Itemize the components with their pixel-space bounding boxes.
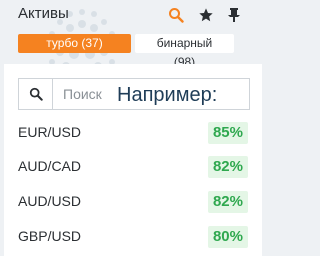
page-title: Активы [18, 5, 69, 22]
search-input[interactable] [63, 84, 113, 104]
search-button[interactable] [164, 4, 188, 26]
asset-name: GBP/USD [18, 228, 82, 244]
pin-button[interactable] [222, 4, 246, 26]
asset-name: AUD/USD [18, 193, 82, 209]
asset-row[interactable]: EUR/USD 85% [4, 116, 262, 150]
payout-badge: 82% [207, 191, 248, 213]
tab-binary[interactable]: бинарный (98) [135, 34, 234, 69]
asset-row[interactable]: GBP/USD 80% [4, 220, 262, 254]
tab-turbo[interactable]: турбо (37) [18, 34, 131, 53]
search-icon [29, 87, 43, 101]
example-overlay-label: Например: [113, 83, 245, 107]
header: Активы [0, 0, 266, 34]
market-tabs: турбо (37) бинарный (98) [18, 34, 234, 69]
pin-icon [228, 8, 240, 22]
payout-badge: 85% [207, 122, 248, 144]
asset-row[interactable]: AUD/CAD 82% [4, 150, 262, 184]
asset-name: AUD/CAD [18, 158, 82, 174]
assets-panel: Например: EUR/USD 85% AUD/CAD 82% AUD/US… [4, 64, 262, 256]
search-icon [169, 8, 184, 23]
search-box: Например: [18, 78, 250, 110]
payout-badge: 80% [207, 226, 248, 248]
search-field-icon-box[interactable] [19, 79, 53, 109]
favorites-button[interactable] [194, 4, 218, 26]
star-icon [199, 8, 213, 22]
asset-row[interactable]: AUD/USD 82% [4, 185, 262, 219]
payout-badge: 82% [207, 156, 248, 178]
asset-name: EUR/USD [18, 124, 82, 140]
